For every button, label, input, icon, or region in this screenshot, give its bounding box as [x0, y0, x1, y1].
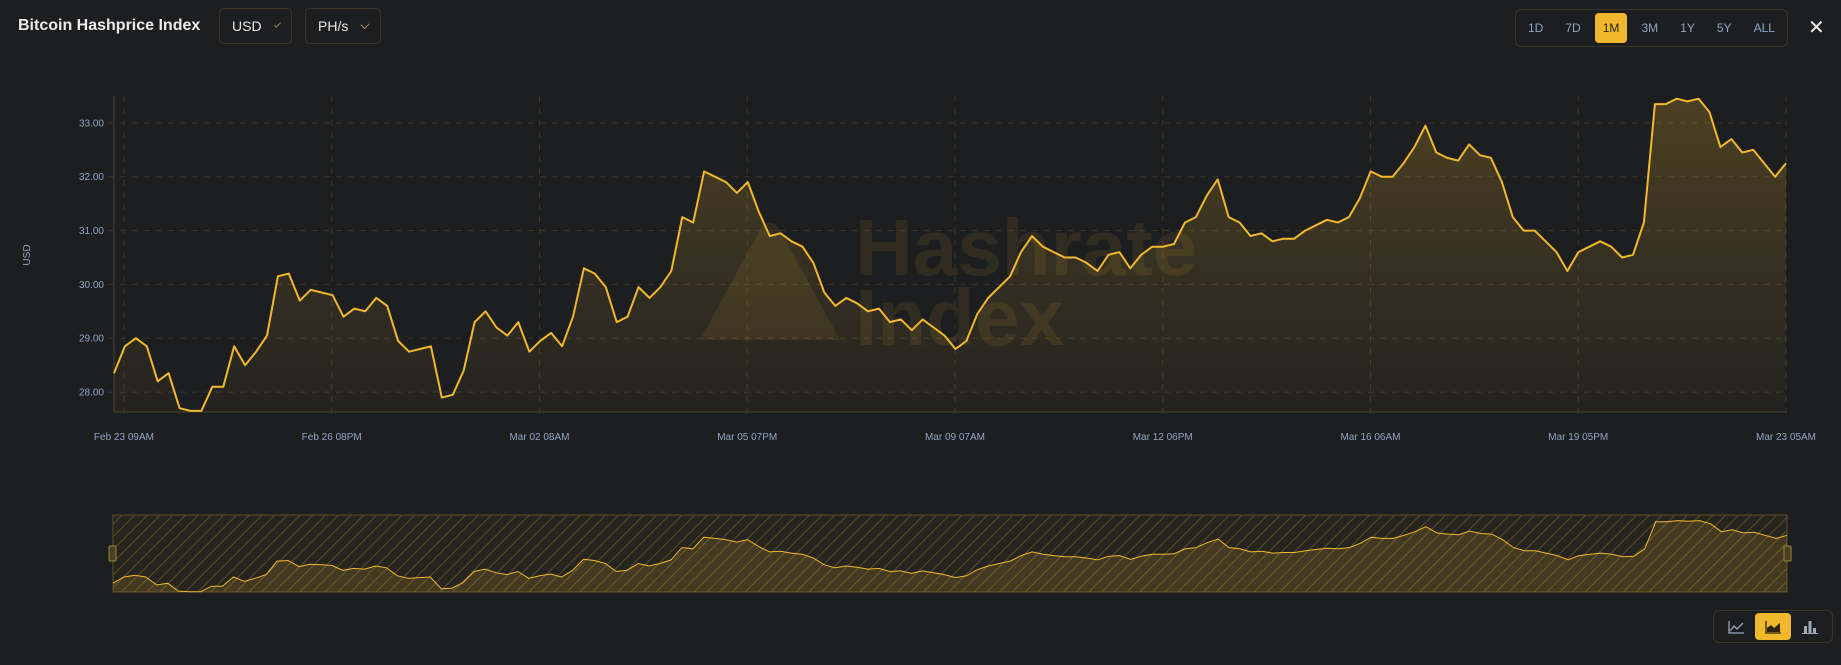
line-chart-button[interactable] [1718, 613, 1754, 640]
y-axis-label: USD [22, 244, 33, 265]
line-chart-icon [1728, 620, 1744, 634]
area-chart-icon [1765, 620, 1781, 634]
x-tick-label: Mar 16 06AM [1340, 432, 1400, 443]
x-tick-label: Mar 23 05AM [1756, 432, 1816, 443]
navigator-right-handle[interactable] [1783, 545, 1792, 562]
x-tick-label: Mar 19 05PM [1548, 432, 1608, 443]
x-tick-label: Mar 12 06PM [1133, 432, 1193, 443]
y-tick-label: 33.00 [79, 118, 104, 129]
y-tick-label: 28.00 [79, 388, 104, 399]
x-tick-label: Mar 05 07PM [717, 432, 777, 443]
x-tick-label: Feb 26 08PM [302, 432, 362, 443]
x-tick-label: Feb 23 09AM [94, 432, 154, 443]
y-tick-label: 30.00 [79, 280, 104, 291]
chart-type-selector [1713, 610, 1833, 643]
bar-chart-button[interactable] [1792, 613, 1828, 640]
y-tick-label: 31.00 [79, 226, 104, 237]
x-tick-label: Mar 02 08AM [509, 432, 569, 443]
chart: Hashrate Index 28.0029.0030.0031.0032.00… [22, 96, 1816, 593]
bar-chart-icon [1802, 620, 1819, 634]
y-tick-label: 29.00 [79, 334, 104, 345]
y-tick-label: 32.00 [79, 172, 104, 183]
navigator[interactable] [108, 514, 1792, 593]
area-chart-button[interactable] [1754, 613, 1791, 640]
navigator-left-handle[interactable] [108, 545, 117, 562]
x-tick-label: Mar 09 07AM [925, 432, 985, 443]
